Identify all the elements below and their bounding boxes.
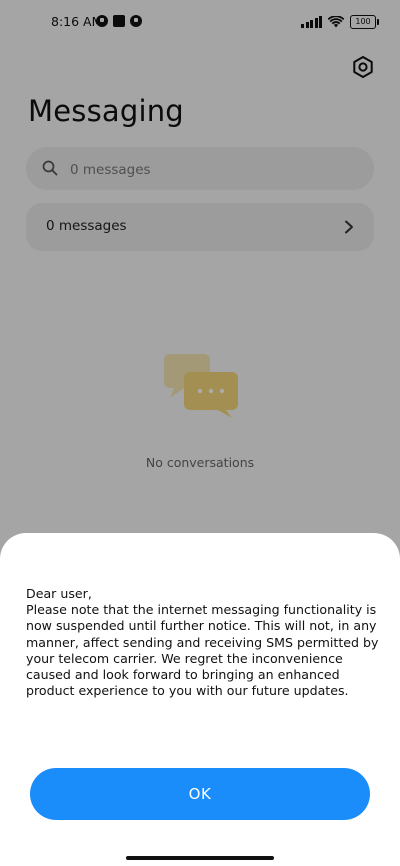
settings-button[interactable] [350,54,376,80]
notification-icons [96,15,142,27]
notice-bottom-sheet: Dear user, Please note that the internet… [0,533,400,866]
empty-state-text: No conversations [145,455,255,470]
signal-icon [301,16,322,28]
notice-greeting: Dear user, [26,586,92,601]
gear-icon [353,56,373,78]
empty-conversations-icon [164,354,238,418]
battery-icon: 100 [350,15,379,29]
search-input[interactable] [68,147,362,192]
messages-row-label: 0 messages [46,218,127,234]
search-icon [42,160,58,176]
notification-icon [96,15,108,27]
home-indicator[interactable] [126,856,274,860]
wifi-icon [328,16,344,28]
ok-button[interactable]: OK [30,768,370,820]
messages-row[interactable]: 0 messages [26,203,374,251]
notification-icon [130,15,142,27]
notice-body: Please note that the internet messaging … [26,602,379,699]
notification-icon [113,15,125,27]
system-status-icons: 100 [301,15,379,29]
status-bar: 8:16 AM 100 [0,12,400,34]
page-title: Messaging [28,94,184,128]
search-bar[interactable] [26,147,374,192]
status-time: 8:16 AM [51,14,103,29]
chevron-right-icon [345,220,353,234]
notice-text: Dear user, Please note that the internet… [26,586,386,699]
